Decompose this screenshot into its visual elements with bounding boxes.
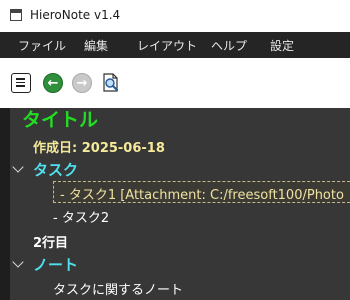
section-heading-notes[interactable]: ノート xyxy=(33,254,78,275)
menu-help[interactable]: ヘルプ xyxy=(211,37,247,54)
menu-settings[interactable]: 設定 xyxy=(270,37,294,54)
list-view-button[interactable] xyxy=(11,73,31,93)
list-icon xyxy=(12,74,29,91)
note-title[interactable]: タイトル xyxy=(22,105,98,132)
menu-layout[interactable]: レイアウト xyxy=(137,37,197,54)
task-item-1[interactable]: - タスク1 [Attachment: C:/freesoft100/Photo xyxy=(60,184,344,203)
line-2[interactable]: 2行目 xyxy=(33,232,68,251)
title-bar[interactable]: HieroNote v1.4 xyxy=(0,0,350,32)
find-button[interactable] xyxy=(101,73,121,93)
menu-file[interactable]: ファイル xyxy=(18,37,66,54)
forward-button[interactable]: → xyxy=(72,73,92,93)
arrow-right-icon: → xyxy=(76,75,88,91)
document-search-icon xyxy=(103,73,119,92)
menu-edit[interactable]: 編集 xyxy=(84,37,108,54)
back-button[interactable]: ← xyxy=(43,73,63,93)
menu-bar: ファイル 編集 レイアウト ヘルプ 設定 xyxy=(0,32,350,58)
app-icon xyxy=(10,9,22,21)
created-date[interactable]: 作成日: 2025-06-18 xyxy=(33,137,165,156)
task-item-2[interactable]: - タスク2 xyxy=(53,207,109,226)
note-item-1[interactable]: タスクに関するノート xyxy=(53,279,183,298)
window-title: HieroNote v1.4 xyxy=(30,8,121,22)
arrow-left-icon: ← xyxy=(47,75,59,91)
section-heading-tasks[interactable]: タスク xyxy=(33,159,78,180)
toolbar: ← → xyxy=(0,58,350,108)
